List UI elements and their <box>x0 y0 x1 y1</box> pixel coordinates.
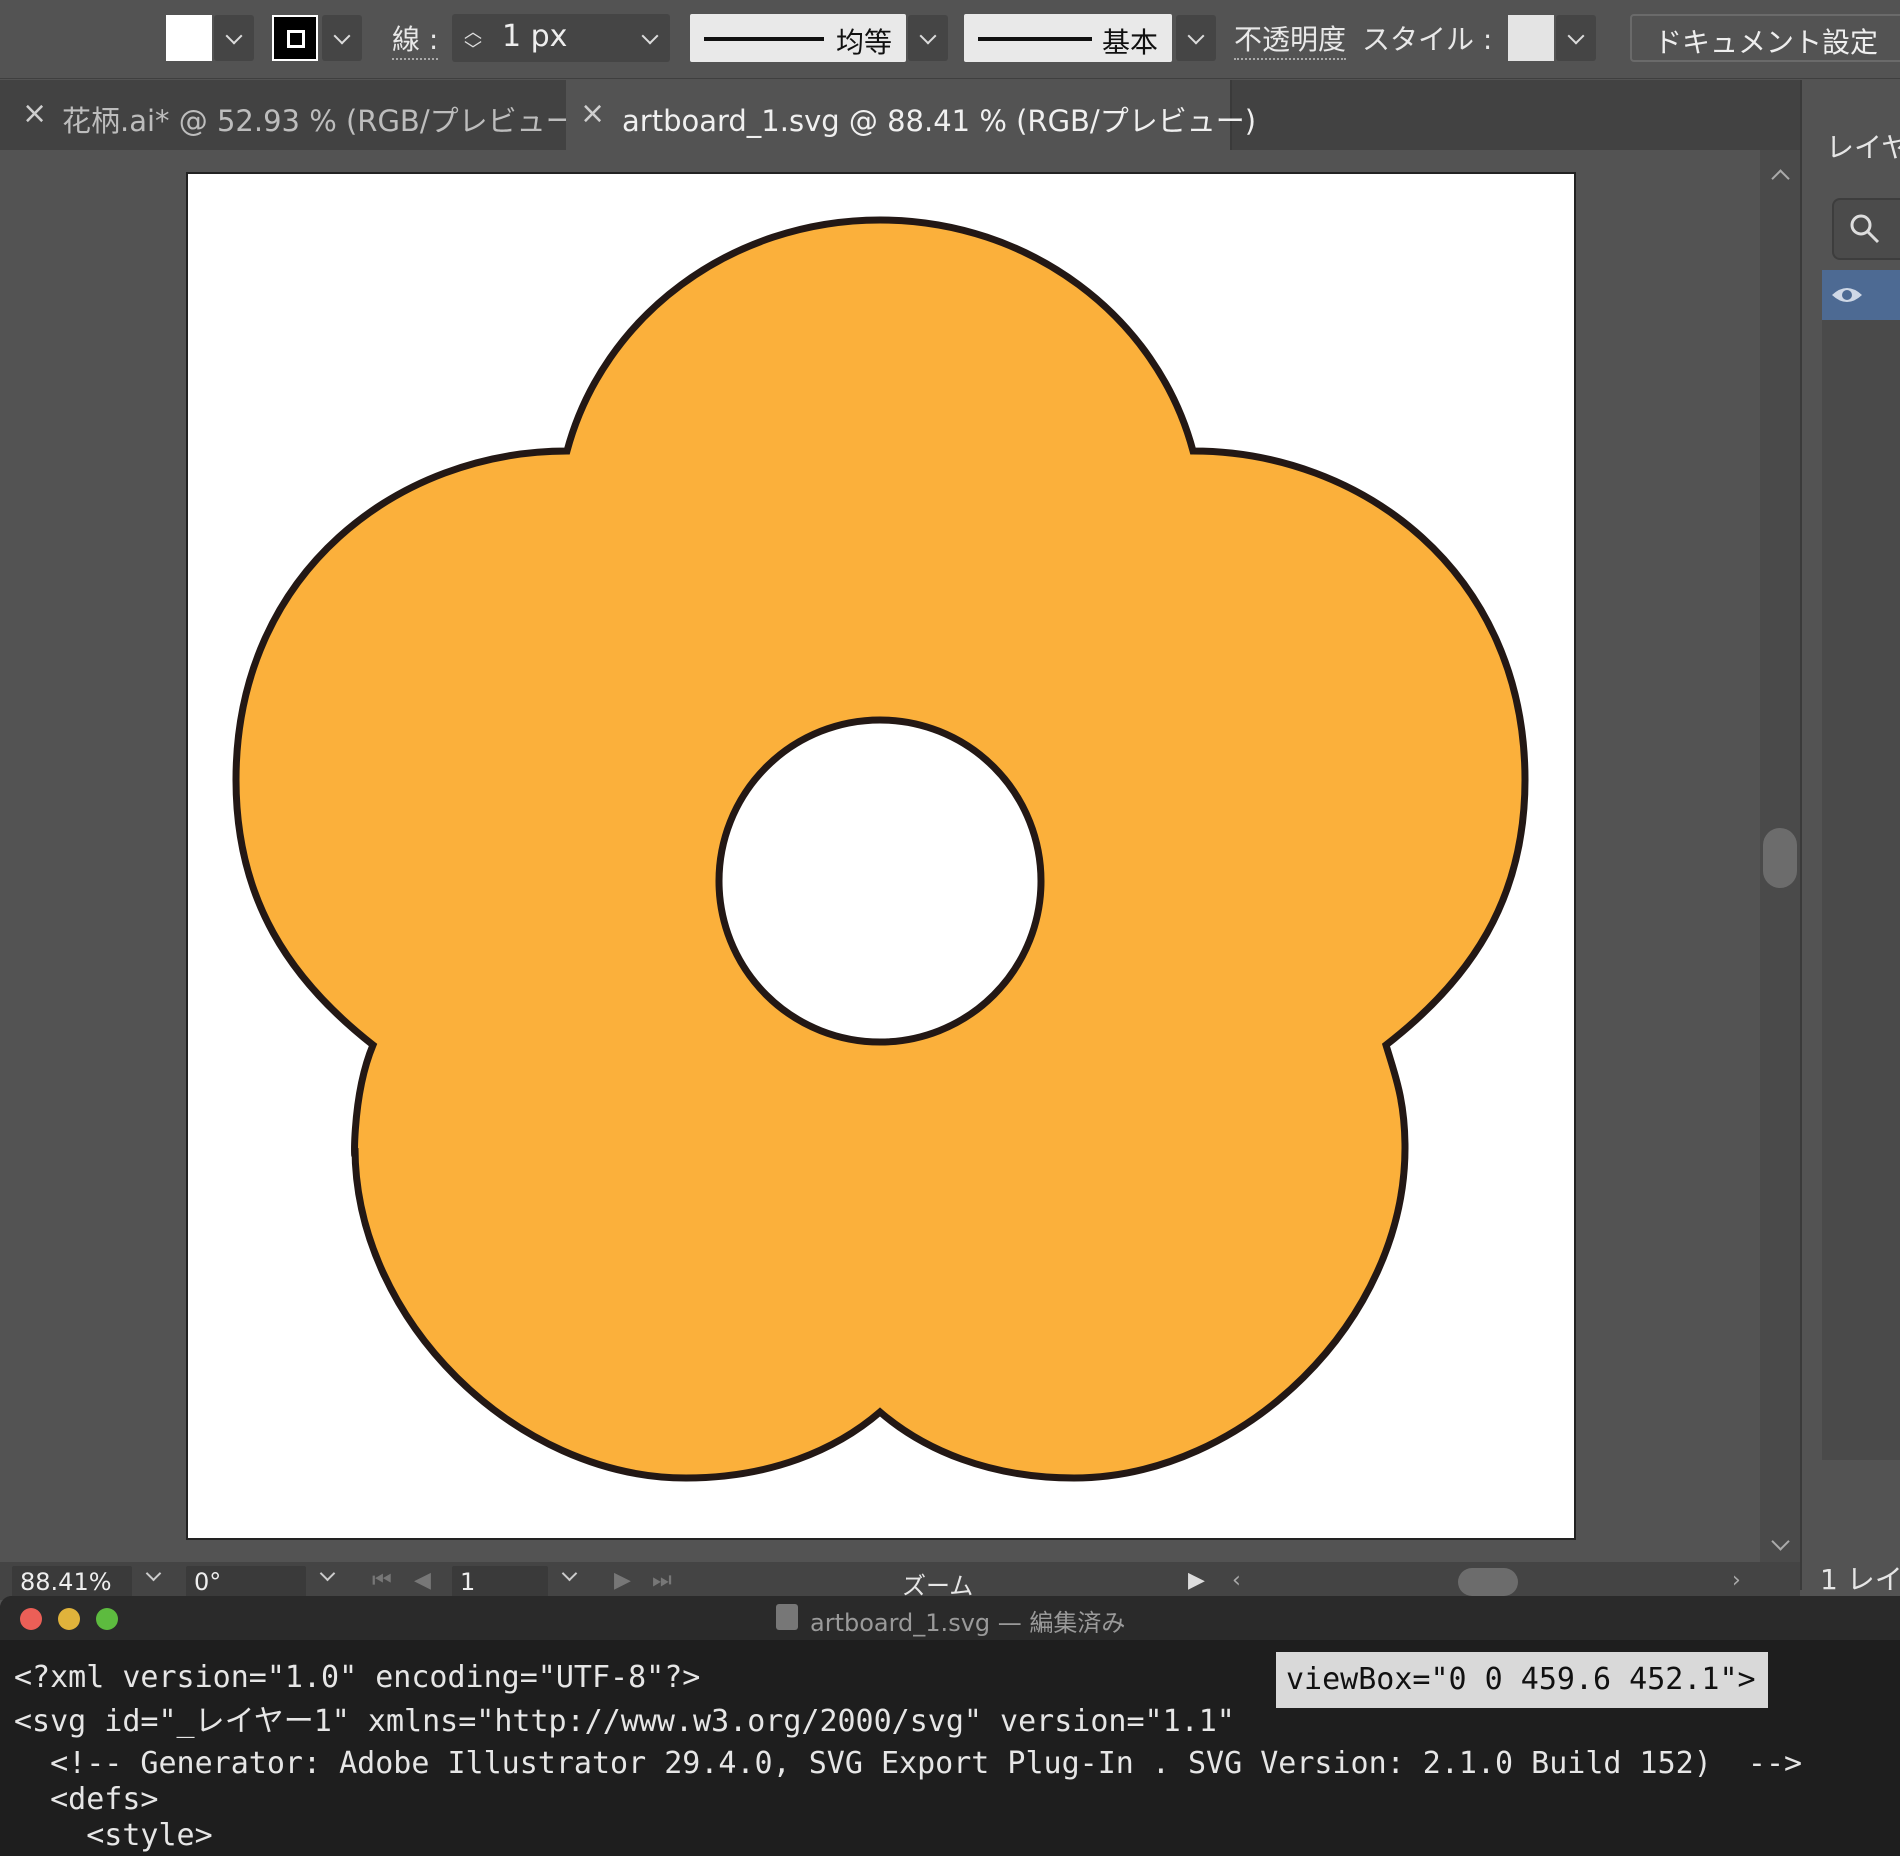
chevron-down-icon[interactable] <box>641 27 659 45</box>
control-bar: 線 : ︿ ﹀ 1 px 均等 基本 不透明度 スタイル : ドキュメント設定 <box>0 0 1900 79</box>
brush-dropdown[interactable] <box>1176 15 1216 61</box>
status-bar: 88.41% 0° ⏮ ◀ 1 ▶ ⏭ ズーム ▶ ‹ › <box>0 1562 1800 1600</box>
eye-icon[interactable] <box>1830 283 1864 307</box>
variable-width-profile[interactable]: 均等 <box>690 14 906 62</box>
editor-titlebar: artboard_1.svg — 編集済み <box>0 1596 1900 1640</box>
document-settings-label: ドキュメント設定 <box>1654 26 1879 59</box>
style-swatch[interactable] <box>1508 15 1554 61</box>
style-dropdown[interactable] <box>1556 15 1596 61</box>
flower-artwork[interactable] <box>188 174 1574 1538</box>
layers-panel: レイヤー 1 レイヤー <box>1800 80 1900 1596</box>
stroke-swatch[interactable] <box>272 15 318 61</box>
tab-hanagara-ai[interactable]: × 花柄.ai* @ 52.93 % (RGB/プレビュー) <box>0 80 586 150</box>
profile-dropdown[interactable] <box>908 15 948 61</box>
viewbox-highlight[interactable]: viewBox="0 0 459.6 452.1"> <box>1276 1652 1768 1708</box>
stroke-label[interactable]: 線 : <box>392 18 439 60</box>
minimize-window-button[interactable] <box>58 1608 80 1630</box>
layers-tab[interactable]: レイヤー <box>1826 126 1900 166</box>
tab-title: artboard_1.svg @ 88.41 % (RGB/プレビュー) <box>622 104 1257 138</box>
stroke-dropdown[interactable] <box>322 15 362 61</box>
chevron-down-icon <box>225 27 243 45</box>
document-tabs: × 花柄.ai* @ 52.93 % (RGB/プレビュー) × artboar… <box>0 80 1800 150</box>
scroll-right-icon[interactable]: › <box>1732 1568 1741 1593</box>
play-icon[interactable]: ▶ <box>1188 1568 1205 1593</box>
close-icon[interactable]: × <box>22 96 47 131</box>
flower-shape[interactable] <box>232 216 1529 1482</box>
chevron-down-icon <box>1187 27 1205 45</box>
document-settings-button[interactable]: ドキュメント設定 <box>1630 14 1900 62</box>
code-line[interactable]: <defs> <box>14 1782 158 1817</box>
chevron-down-icon[interactable] <box>319 1565 336 1582</box>
chevron-down-icon[interactable] <box>145 1565 162 1582</box>
chevron-down-icon[interactable] <box>561 1565 578 1582</box>
vertical-scrollbar[interactable] <box>1760 150 1800 1562</box>
stroke-weight-field[interactable]: ︿ ﹀ 1 px <box>452 14 670 62</box>
next-artboard-icon[interactable]: ▶ <box>614 1568 631 1593</box>
stroke-weight-value[interactable]: 1 px <box>502 19 567 54</box>
scroll-down-icon[interactable] <box>1771 1532 1790 1551</box>
chevron-down-icon <box>333 27 351 45</box>
layer-row[interactable] <box>1822 270 1900 320</box>
artboard[interactable] <box>186 172 1576 1540</box>
brush-definition[interactable]: 基本 <box>964 14 1172 62</box>
chevron-down-icon <box>919 27 937 45</box>
last-artboard-icon[interactable]: ⏭ <box>652 1568 672 1593</box>
document-icon <box>776 1604 798 1630</box>
chevron-down-icon <box>1567 27 1585 45</box>
first-artboard-icon[interactable]: ⏮ <box>372 1568 392 1593</box>
layer-count: 1 レイヤー <box>1820 1563 1900 1596</box>
search-icon <box>1850 214 1880 244</box>
code-line[interactable]: <style> <box>14 1818 212 1853</box>
rotation-field[interactable]: 0° <box>186 1566 306 1598</box>
editor-title[interactable]: artboard_1.svg — 編集済み <box>810 1603 1125 1638</box>
scroll-thumb[interactable] <box>1763 828 1797 888</box>
profile-label: 均等 <box>836 26 893 59</box>
text-editor-window: artboard_1.svg — 編集済み <?xml version="1.0… <box>0 1596 1900 1856</box>
code-line[interactable]: <!-- Generator: Adobe Illustrator 29.4.0… <box>14 1746 1802 1781</box>
zoom-field[interactable]: 88.41% <box>12 1566 132 1598</box>
tab-artboard-svg[interactable]: × artboard_1.svg @ 88.41 % (RGB/プレビュー) <box>566 80 1256 150</box>
tab-title: 花柄.ai* @ 52.93 % (RGB/プレビュー) <box>62 104 586 138</box>
zoom-window-button[interactable] <box>96 1608 118 1630</box>
horizontal-scroll-thumb[interactable] <box>1458 1568 1518 1596</box>
scroll-left-icon[interactable]: ‹ <box>1232 1568 1241 1593</box>
code-line[interactable]: <?xml version="1.0" encoding="UTF-8"?> <box>14 1660 700 1695</box>
scroll-up-icon[interactable] <box>1771 169 1790 188</box>
prev-artboard-icon[interactable]: ◀ <box>414 1568 431 1593</box>
stroke-square-icon <box>287 30 305 48</box>
brush-line-icon <box>978 37 1092 41</box>
artboard-number-field[interactable]: 1 <box>452 1566 548 1598</box>
fill-dropdown[interactable] <box>214 15 254 61</box>
profile-line-icon <box>704 37 824 41</box>
layer-search-field[interactable] <box>1832 198 1900 260</box>
code-line[interactable]: <svg id="_レイヤー1" xmlns="http://www.w3.or… <box>14 1696 1235 1740</box>
close-window-button[interactable] <box>20 1608 42 1630</box>
layer-list <box>1822 270 1900 1460</box>
fill-swatch[interactable] <box>166 15 212 61</box>
close-icon[interactable]: × <box>580 96 605 131</box>
stepper-down-icon[interactable]: ﹀ <box>464 36 482 62</box>
brush-label: 基本 <box>1102 26 1159 59</box>
opacity-label[interactable]: 不透明度 <box>1234 18 1347 60</box>
style-label: スタイル : <box>1362 23 1493 56</box>
